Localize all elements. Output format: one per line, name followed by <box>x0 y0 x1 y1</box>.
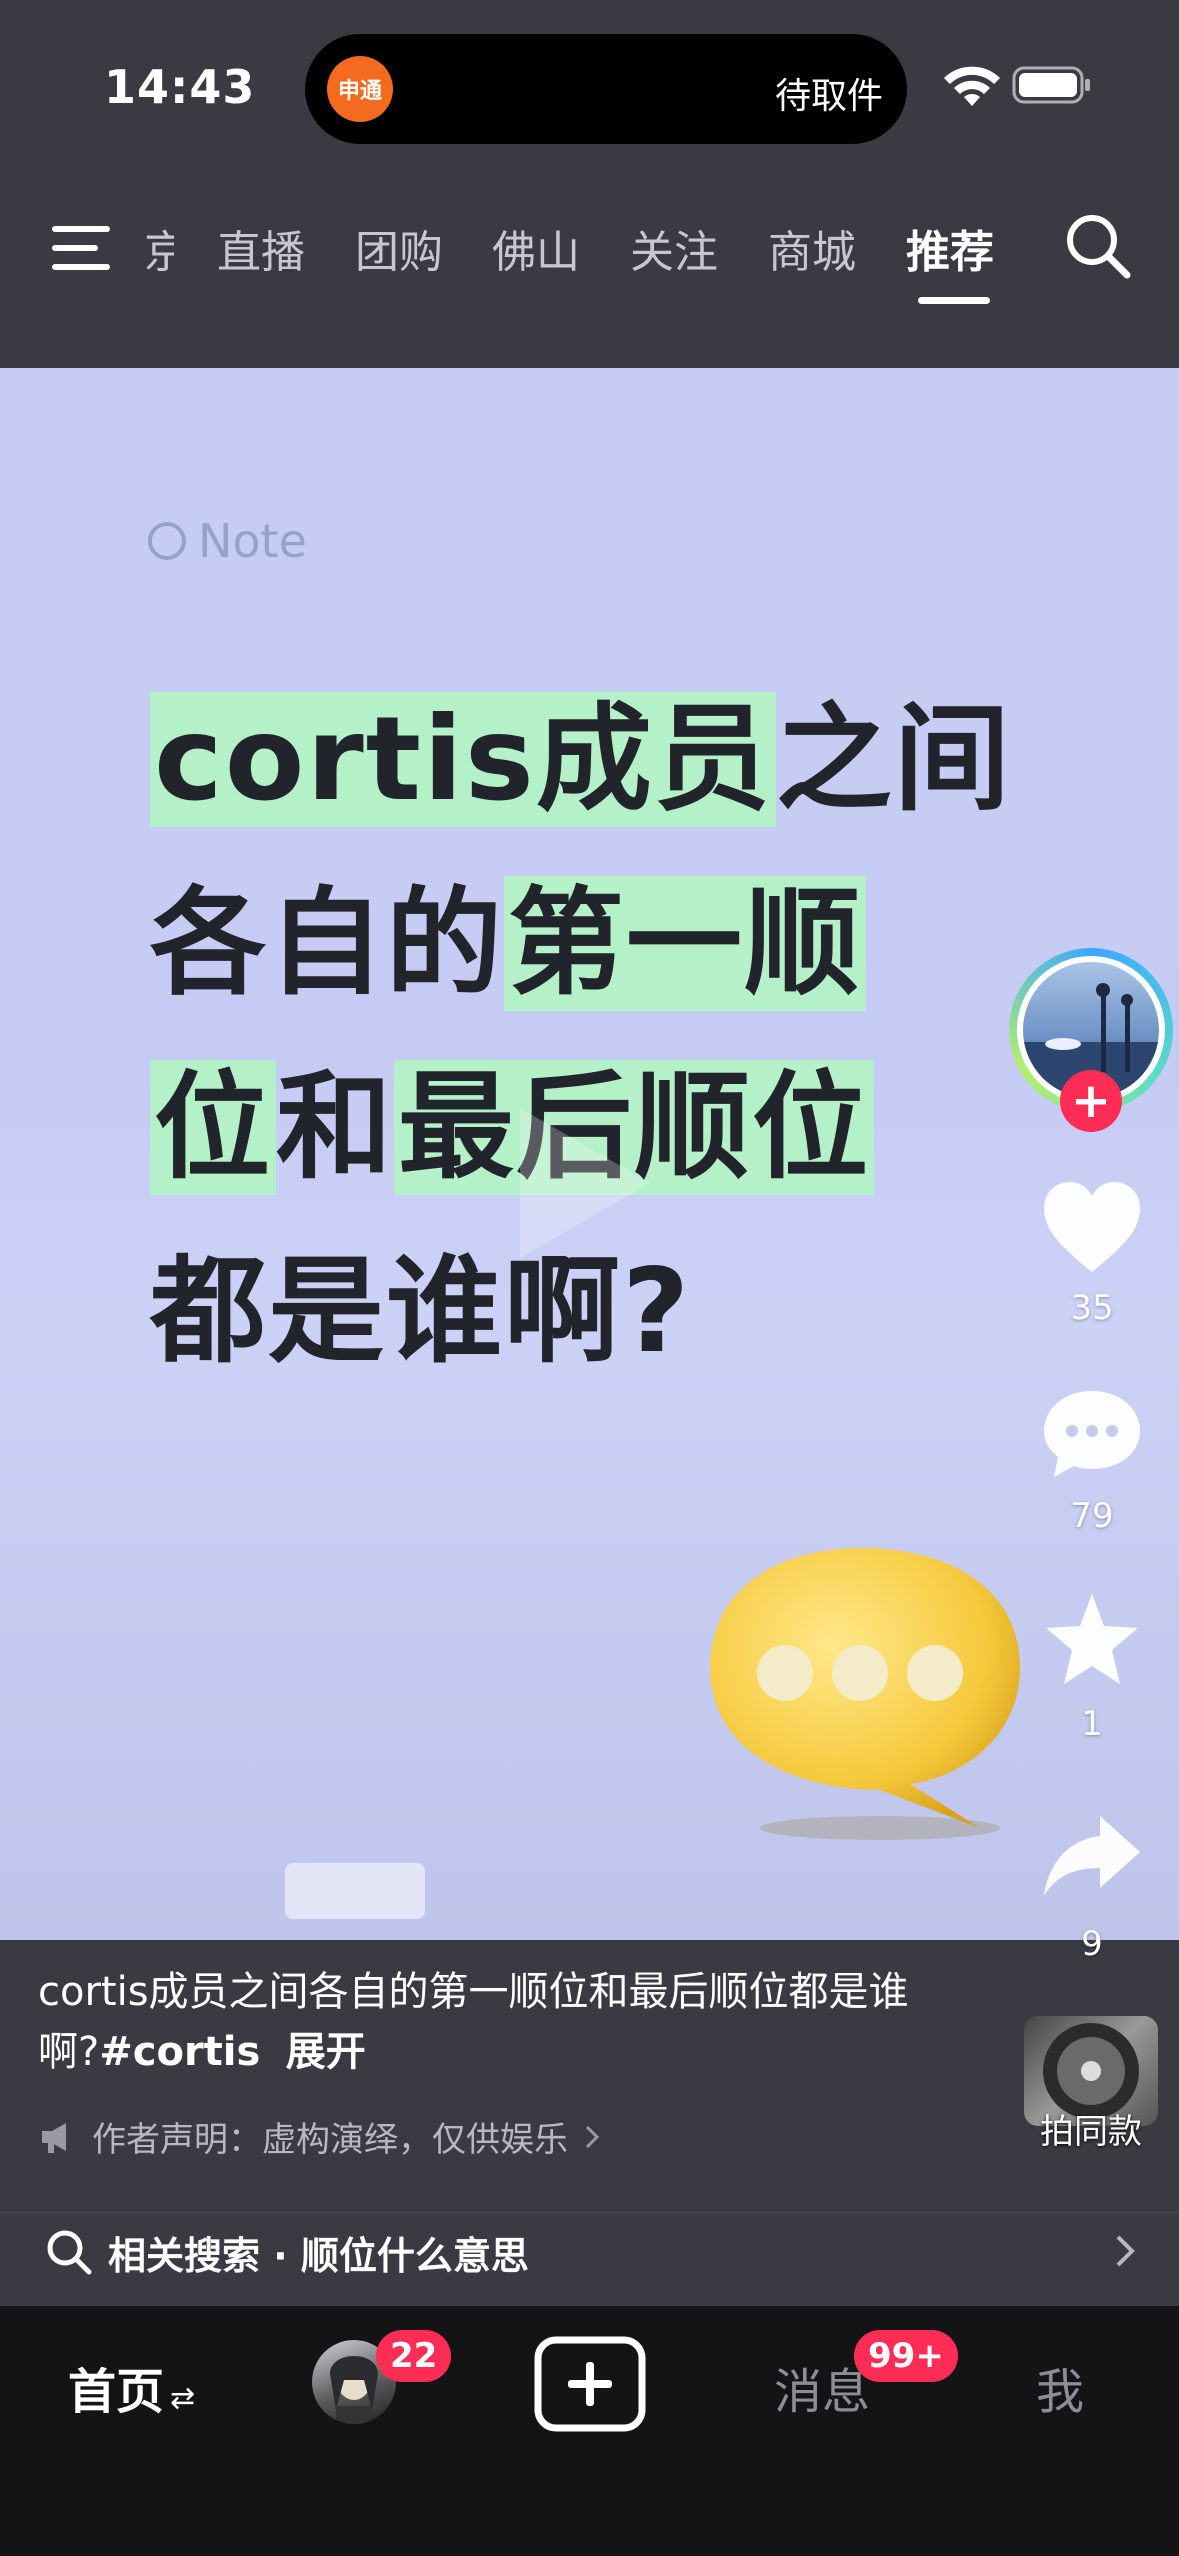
tab-mall[interactable]: 商城 <box>768 216 856 280</box>
tab-following[interactable]: 关注 <box>630 216 718 280</box>
comment-count: 79 <box>1070 1496 1114 1536</box>
tab-group-buy[interactable]: 团购 <box>355 216 443 280</box>
video-headline: cortis成员之间 各自的第一顺 位和最后顺位 都是谁啊? <box>150 668 1050 1404</box>
nav-home-label: 首页 <box>68 2364 165 2420</box>
share-count: 9 <box>1081 1924 1103 1964</box>
related-search-text: 相关搜索 · 顺位什么意思 <box>108 2234 529 2278</box>
declaration-text: 作者声明：虚构演绎，仅供娱乐 <box>92 2120 568 2160</box>
megaphone-icon <box>42 2122 66 2153</box>
tab-foshan[interactable]: 佛山 <box>492 216 580 280</box>
headline-line-2: 各自的第一顺 <box>150 852 1050 1036</box>
chevron-right-icon <box>1116 2235 1135 2267</box>
heart-icon[interactable] <box>1040 1180 1144 1276</box>
video-player[interactable]: Note cortis成员之间 各自的第一顺 位和最后顺位 都是谁啊? <box>0 368 1179 1940</box>
speech-bubble-icon <box>710 1548 1020 1840</box>
caption-hashtag[interactable]: #cortis <box>99 2029 260 2075</box>
search-icon <box>47 2230 92 2275</box>
headline-line-1: cortis成员之间 <box>150 668 1050 852</box>
active-tab-indicator <box>918 297 990 304</box>
favorite-count: 1 <box>1081 1704 1103 1744</box>
status-time: 14:43 <box>104 60 256 114</box>
note-circle-icon <box>148 522 186 560</box>
top-tab-bar: 京 直播 团购 佛山 关注 商城 推荐 <box>0 170 1179 368</box>
search-icon[interactable] <box>1064 212 1132 280</box>
headline-text: 之间 <box>775 692 1012 827</box>
friends-badge: 22 <box>376 2330 452 2382</box>
headline-highlight: cortis成员 <box>150 692 776 827</box>
battery-icon <box>1012 66 1090 104</box>
nav-me[interactable]: 我 <box>1036 2352 1084 2422</box>
video-caption[interactable]: cortis成员之间各自的第一顺位和最后顺位都是谁啊?#cortis 展开 <box>38 1962 918 2082</box>
headline-text: 各自的 <box>150 876 504 1011</box>
bottom-nav-bar: 首页 ⇄ 22 消息 99+ 我 <box>0 2306 1179 2556</box>
headline-highlight: 位 <box>150 1060 276 1195</box>
create-post-button[interactable] <box>534 2336 646 2432</box>
tab-live[interactable]: 直播 <box>217 216 305 280</box>
headline-highlight: 第一顺 <box>504 876 866 1011</box>
status-bar: 14:43 申通 待取件 <box>0 0 1179 170</box>
sto-logo-icon: 申通 <box>327 56 393 122</box>
headline-text: 和 <box>276 1060 394 1195</box>
share-icon[interactable] <box>1040 1810 1144 1906</box>
expand-button[interactable]: 展开 <box>286 2029 366 2075</box>
author-declaration[interactable]: 作者声明：虚构演绎，仅供娱乐 <box>38 2112 602 2161</box>
menu-icon[interactable] <box>52 222 114 274</box>
dynamic-island[interactable]: 申通 待取件 <box>305 34 907 144</box>
messages-badge: 99+ <box>854 2330 958 2382</box>
nav-home[interactable]: 首页 ⇄ <box>68 2352 195 2422</box>
follow-button[interactable]: + <box>1060 1070 1122 1132</box>
loading-placeholder <box>285 1863 425 1919</box>
related-search-bar[interactable]: 相关搜索 · 顺位什么意思 <box>0 2212 1179 2299</box>
wifi-icon <box>944 66 1000 106</box>
note-watermark: Note <box>148 514 307 568</box>
play-icon[interactable] <box>510 1098 660 1268</box>
chevron-right-icon <box>585 2125 600 2148</box>
same-style-label[interactable]: 拍同款 <box>1010 2104 1172 2153</box>
tab-recommend[interactable]: 推荐 <box>906 216 994 280</box>
refresh-switch-icon: ⇄ <box>170 2381 196 2416</box>
star-icon[interactable] <box>1040 1592 1144 1688</box>
comment-icon[interactable] <box>1040 1385 1144 1481</box>
like-count: 35 <box>1070 1288 1114 1328</box>
tab-partial[interactable]: 京 <box>144 216 174 280</box>
note-watermark-text: Note <box>198 514 307 568</box>
island-status-text: 待取件 <box>774 76 883 117</box>
